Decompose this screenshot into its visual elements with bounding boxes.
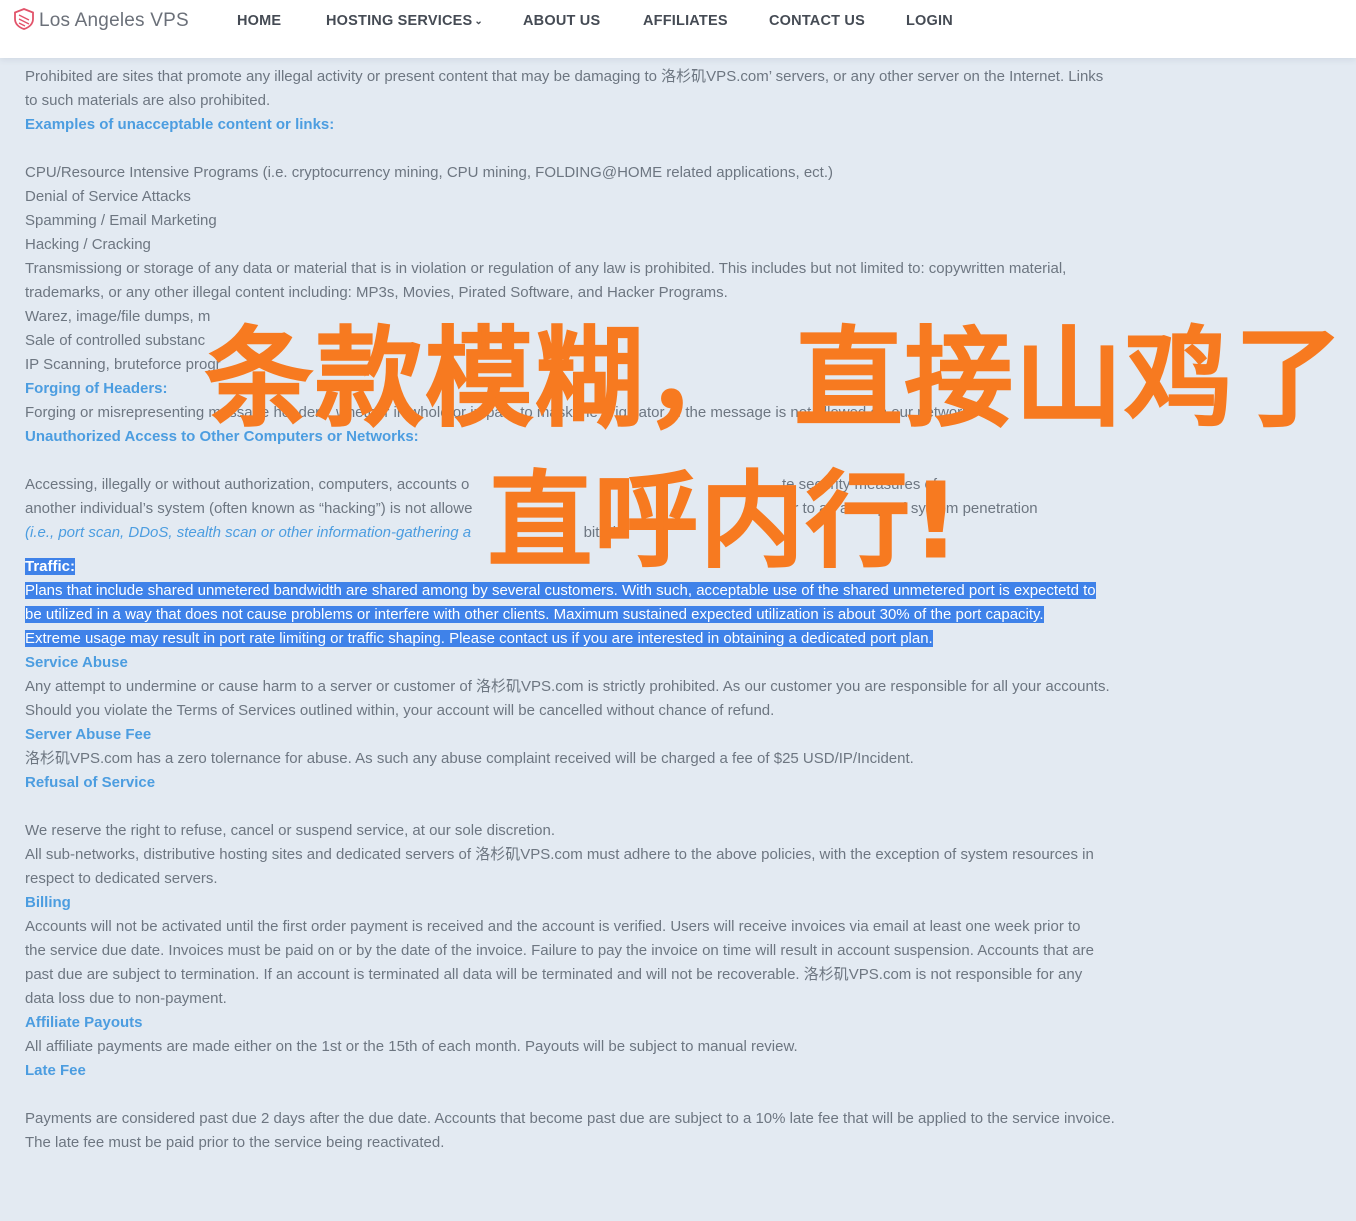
affiliate-payouts-text: All affiliate payments are made either o… <box>25 1038 798 1055</box>
text-line: Should you violate the Terms of Services… <box>25 702 775 719</box>
server-abuse-fee-heading: Server Abuse Fee <box>25 726 152 743</box>
billing-text: Accounts will not be activated until the… <box>25 915 1170 1011</box>
server-abuse-fee-text: 洛杉矶VPS.com has a zero tolernance for abu… <box>25 750 914 767</box>
shield-logo-icon <box>12 7 36 36</box>
chevron-down-icon: ⌄ <box>474 16 483 27</box>
overlay-caption-line2: 直呼内行! <box>487 460 962 583</box>
list-item: Transmissiong or storage of any data or … <box>25 260 1067 277</box>
text-line: data loss due to non-payment. <box>25 990 227 1007</box>
brand-name: Los Angeles VPS <box>39 10 189 31</box>
intro-line: to such materials are also prohibited. <box>25 92 271 109</box>
list-item: Denial of Service Attacks <box>25 188 191 205</box>
billing-heading: Billing <box>25 894 71 911</box>
top-navbar: Los Angeles VPS HOME HOSTING SERVICES ⌄ A… <box>0 0 1356 58</box>
list-item: Spamming / Email Marketing <box>25 212 217 229</box>
affiliate-payouts-heading: Affiliate Payouts <box>25 1014 143 1031</box>
nav-affiliates[interactable]: AFFILIATES <box>643 13 728 29</box>
nav-about-us[interactable]: ABOUT US <box>523 13 600 29</box>
refusal-text: We reserve the right to refuse, cancel o… <box>25 819 1170 891</box>
service-abuse-text: Any attempt to undermine or cause harm t… <box>25 675 1170 723</box>
service-abuse-heading: Service Abuse <box>25 654 128 671</box>
list-item: Warez, image/file dumps, m <box>25 308 211 325</box>
intro-text: Prohibited are sites that promote any il… <box>25 65 1170 113</box>
overlay-caption-line1: 条款模糊， 直接山鸡了 <box>205 317 1345 443</box>
traffic-line: Extreme usage may result in port rate li… <box>25 630 933 647</box>
refusal-heading: Refusal of Service <box>25 774 156 791</box>
list-item: IP Scanning, bruteforce progr <box>25 356 221 373</box>
text-line: Any attempt to undermine or cause harm t… <box>25 678 1110 695</box>
intro-line: Prohibited are sites that promote any il… <box>25 68 1104 85</box>
text-line: All sub-networks, distributive hosting s… <box>25 846 1094 863</box>
text-line: respect to dedicated servers. <box>25 870 218 887</box>
nav-hosting-services-label: HOSTING SERVICES <box>326 13 473 29</box>
late-fee-text: Payments are considered past due 2 days … <box>25 1107 1170 1155</box>
text-line: past due are subject to termination. If … <box>25 966 1083 983</box>
list-item: Sale of controlled substanc <box>25 332 206 349</box>
text-line: The late fee must be paid prior to the s… <box>25 1134 445 1151</box>
brand-logo[interactable]: Los Angeles VPS <box>12 7 189 36</box>
inline-example-text: (i.e., port scan, DDoS, stealth scan or … <box>25 524 472 541</box>
traffic-heading: Traffic: <box>25 558 76 575</box>
examples-heading: Examples of unacceptable content or link… <box>25 116 335 133</box>
late-fee-heading: Late Fee <box>25 1062 86 1079</box>
nav-hosting-services[interactable]: HOSTING SERVICES ⌄ <box>326 13 483 29</box>
nav-home[interactable]: HOME <box>237 13 281 29</box>
text-line: Payments are considered past due 2 days … <box>25 1110 1115 1127</box>
terms-content: Prohibited are sites that promote any il… <box>25 65 1170 1155</box>
list-item: CPU/Resource Intensive Programs (i.e. cr… <box>25 164 834 181</box>
list-item: Hacking / Cracking <box>25 236 151 253</box>
text-line: Accounts will not be activated until the… <box>25 918 1081 935</box>
traffic-line: be utilized in a way that does not cause… <box>25 606 1044 623</box>
nav-contact-us[interactable]: CONTACT US <box>769 13 865 29</box>
text-line: We reserve the right to refuse, cancel o… <box>25 822 555 839</box>
text-line: the service due date. Invoices must be p… <box>25 942 1094 959</box>
nav-login[interactable]: LOGIN <box>906 13 953 29</box>
